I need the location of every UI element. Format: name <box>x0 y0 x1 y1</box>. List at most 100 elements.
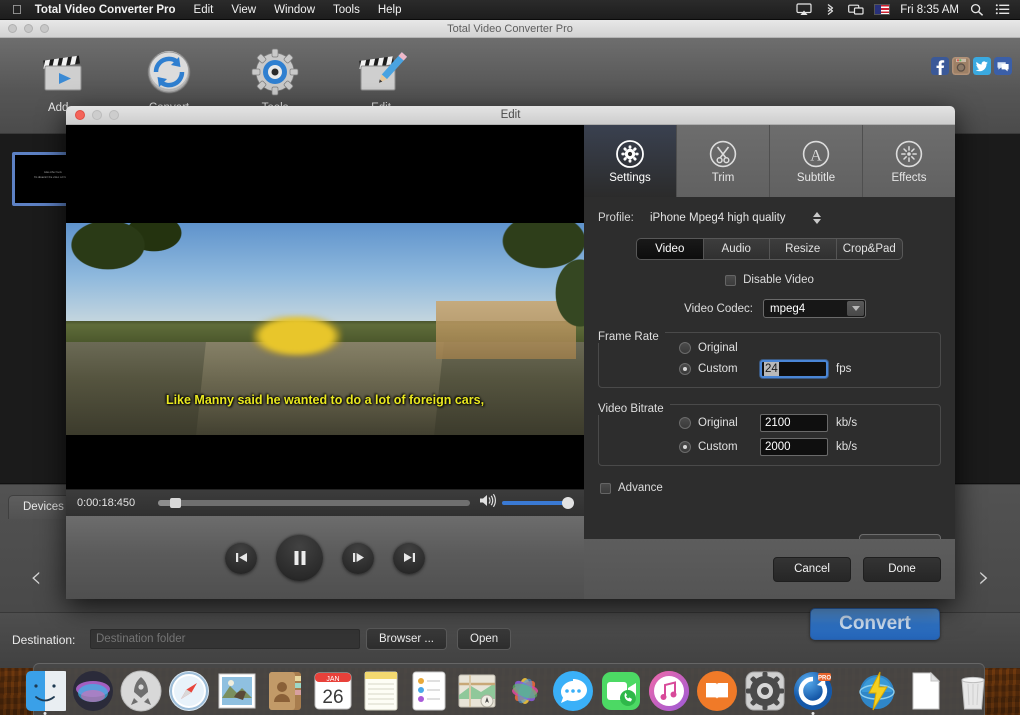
tab-settings[interactable]: Settings <box>584 125 677 197</box>
segment-audio[interactable]: Audio <box>704 239 770 259</box>
profile-value[interactable]: iPhone Mpeg4 high quality <box>638 212 810 224</box>
video-preview-pane: Like Manny said he wanted to do a lot of… <box>66 125 584 599</box>
frame-rate-custom-radio[interactable] <box>679 363 691 375</box>
us-flag-icon[interactable] <box>874 4 891 15</box>
toolbar-button-tools[interactable]: Tools <box>228 38 322 114</box>
dock-item-system-preferences[interactable] <box>744 670 786 712</box>
frame-rate-original-radio[interactable] <box>679 342 691 354</box>
advance-row[interactable]: Advance <box>600 482 941 494</box>
segment-video[interactable]: Video <box>637 239 704 259</box>
convert-button[interactable]: Convert <box>810 608 940 640</box>
destination-input[interactable] <box>90 629 360 649</box>
menu-item-help[interactable]: Help <box>369 0 411 20</box>
frame-rate-custom-value: 24 <box>764 362 779 376</box>
dock-item-maps[interactable] <box>456 670 498 712</box>
twitter-icon[interactable] <box>973 57 991 75</box>
tab-label-trim: Trim <box>711 171 735 184</box>
frame-rate-custom-label: Custom <box>698 363 738 375</box>
chat-icon[interactable] <box>994 57 1012 75</box>
dock-item-finder[interactable] <box>24 670 66 715</box>
browser-button[interactable]: Browser ... <box>366 628 447 650</box>
instagram-icon[interactable] <box>952 57 970 75</box>
cancel-button[interactable]: Cancel <box>773 556 851 582</box>
pause-button[interactable] <box>276 534 323 581</box>
video-bitrate-custom-input[interactable] <box>760 438 828 456</box>
video-bitrate-original-input[interactable] <box>760 414 828 432</box>
open-button[interactable]: Open <box>457 628 512 650</box>
video-codec-dropdown[interactable]: mpeg4 <box>763 299 866 318</box>
dock-item-launchpad[interactable] <box>120 670 162 712</box>
disable-video-checkbox[interactable] <box>725 274 737 286</box>
displays-icon[interactable] <box>848 3 864 16</box>
chevron-down-icon[interactable] <box>847 301 864 316</box>
done-button[interactable]: Done <box>863 556 941 582</box>
dock-item-siri[interactable] <box>72 670 114 712</box>
next-page-arrow[interactable]: › <box>978 563 990 593</box>
advance-checkbox[interactable] <box>600 482 611 494</box>
facebook-icon[interactable] <box>931 57 949 75</box>
step-forward-button[interactable] <box>342 541 374 574</box>
dock-item-lightning-app[interactable] <box>856 670 898 712</box>
segment-resize[interactable]: Resize <box>770 239 837 259</box>
menu-app-name[interactable]: Total Video Converter Pro <box>35 0 185 20</box>
maps-icon <box>458 674 496 708</box>
profile-stepper[interactable] <box>810 209 823 227</box>
previous-page-arrow[interactable]: ‹ <box>30 563 42 593</box>
dock-item-mail[interactable] <box>216 670 258 712</box>
previous-button[interactable] <box>225 541 257 574</box>
video-frame[interactable]: Like Manny said he wanted to do a lot of… <box>66 223 584 435</box>
tab-effects[interactable]: Effects <box>863 125 955 197</box>
video-subtitle: Like Manny said he wanted to do a lot of… <box>165 393 485 407</box>
dock-item-messages[interactable] <box>552 670 594 712</box>
dock-item-notes[interactable] <box>360 670 402 712</box>
segment-crop-pad[interactable]: Crop&Pad <box>837 239 903 259</box>
frame-rate-custom-row[interactable]: Custom 24 fps <box>679 360 940 378</box>
svg-text:JAN: JAN <box>326 676 339 683</box>
speaker-volume-icon[interactable] <box>474 493 496 513</box>
menu-item-tools[interactable]: Tools <box>324 0 369 20</box>
apple-logo-icon[interactable]:  <box>0 3 35 16</box>
gear-circle-icon <box>616 139 644 168</box>
dock-item-document[interactable] <box>904 670 946 712</box>
seek-slider[interactable] <box>158 498 470 508</box>
dock-item-itunes[interactable] <box>648 670 690 712</box>
dock-item-reminders[interactable] <box>408 670 450 712</box>
dock-item-contacts[interactable] <box>264 670 306 712</box>
disable-video-row[interactable]: Disable Video <box>598 274 941 286</box>
ibooks-icon <box>697 671 737 711</box>
app-window-title: Total Video Converter Pro <box>447 22 573 35</box>
menu-item-window[interactable]: Window <box>265 0 324 20</box>
toolbar-button-edit[interactable]: Edit <box>334 38 428 114</box>
menu-clock[interactable]: Fri 8:35 AM <box>900 4 959 16</box>
dock-item-calendar[interactable]: JAN 26 <box>312 670 354 712</box>
dock: JAN 26 PRO <box>26 663 985 715</box>
seek-knob[interactable] <box>170 498 182 508</box>
menu-item-edit[interactable]: Edit <box>185 0 223 20</box>
scissors-circle-icon <box>709 140 737 167</box>
toolbar-button-convert[interactable]: Convert <box>122 38 216 114</box>
dock-item-photos[interactable] <box>504 670 546 712</box>
video-bitrate-original-row[interactable]: Original kb/s <box>679 414 940 432</box>
notification-center-icon[interactable] <box>995 3 1011 16</box>
bluetooth-icon[interactable] <box>822 3 838 16</box>
social-links <box>931 57 1012 75</box>
dock-item-facetime[interactable] <box>600 670 642 712</box>
toolbar-button-add[interactable]: Add... <box>16 38 110 114</box>
volume-knob[interactable] <box>562 497 574 509</box>
dock-item-ibooks[interactable] <box>696 670 738 712</box>
airplay-icon[interactable] <box>796 3 812 16</box>
video-bitrate-custom-radio[interactable] <box>679 441 691 453</box>
search-icon[interactable] <box>969 3 985 16</box>
frame-rate-custom-input[interactable]: 24 <box>760 360 828 378</box>
video-bitrate-original-radio[interactable] <box>679 417 691 429</box>
dock-item-trash[interactable] <box>952 670 994 712</box>
menu-item-view[interactable]: View <box>222 0 265 20</box>
dock-item-safari[interactable] <box>168 670 210 712</box>
frame-rate-original-row[interactable]: Original <box>679 342 940 354</box>
dock-item-total-video-converter-pro[interactable]: PRO <box>792 670 834 715</box>
tab-subtitle[interactable]: A Subtitle <box>770 125 863 197</box>
volume-slider[interactable] <box>502 497 574 509</box>
video-bitrate-custom-row[interactable]: Custom kb/s <box>679 438 940 456</box>
next-button[interactable] <box>393 541 425 574</box>
tab-trim[interactable]: Trim <box>677 125 770 197</box>
